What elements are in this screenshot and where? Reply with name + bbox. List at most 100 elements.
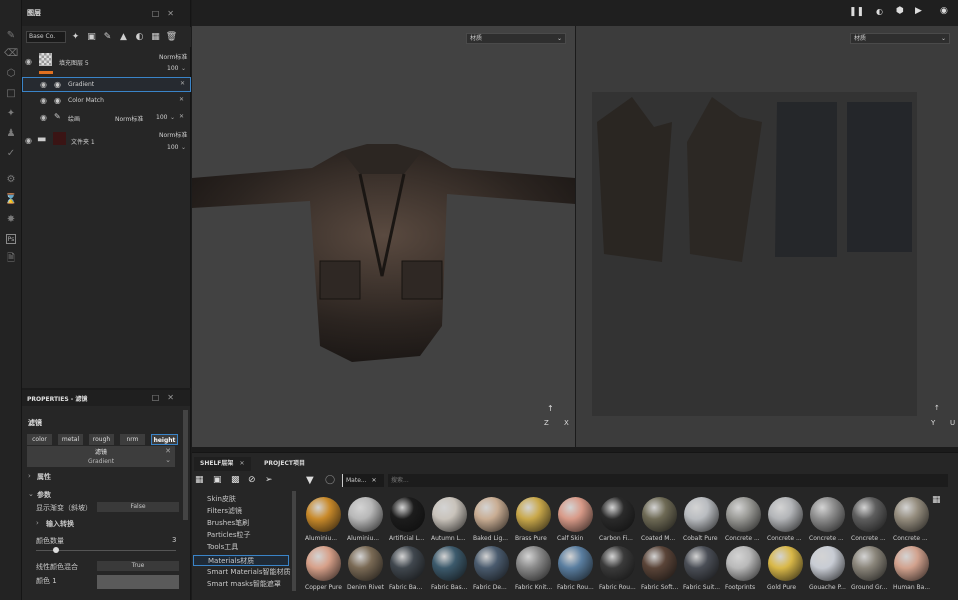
panel-window-controls[interactable]: □✕ [152, 393, 182, 402]
layer-opacity[interactable]: 100 [156, 114, 167, 121]
category-item[interactable]: Brushes笔刷 [207, 518, 249, 529]
chevron-right-icon[interactable]: › [36, 519, 39, 527]
chevron-down-icon[interactable]: ⌄ [165, 456, 171, 464]
remove-icon[interactable]: ✕ [180, 80, 185, 87]
preview-toggle[interactable]: False [97, 502, 179, 512]
material-item[interactable]: Aluminiu... [305, 497, 343, 542]
folder-icon[interactable]: ▦ [195, 475, 204, 485]
layer-row[interactable]: ◉ ◉ Gradient ✕ [22, 77, 191, 92]
material-item[interactable]: Fabric Soft... [641, 546, 679, 591]
layer-row[interactable]: ◉ ◉ Color Match ✕ [22, 93, 191, 109]
color1-swatch[interactable] [97, 575, 179, 589]
category-item[interactable]: Skin皮肤 [207, 494, 236, 505]
category-item[interactable]: Tools工具 [207, 542, 238, 553]
layer-row[interactable]: ◉ ▬ 文件夹 1 Norm标准 100 ⌄ [22, 128, 191, 155]
new-item-icon[interactable]: ▣ [213, 475, 222, 485]
material-item[interactable]: Fabric Suit... [683, 546, 721, 591]
hide-icon[interactable]: ⊘ [248, 475, 256, 485]
material-item[interactable]: Concrete ... [851, 497, 889, 542]
layer-blend[interactable]: Norm标准 [159, 130, 187, 139]
material-item[interactable]: Copper Pure [305, 546, 343, 591]
visibility-eye-icon[interactable]: ◉ [25, 58, 35, 66]
viewport-2d-select[interactable]: 材质 ⌄ [850, 33, 950, 44]
linear-mix-toggle[interactable]: True [97, 561, 179, 571]
material-item[interactable]: Baked Lig... [473, 497, 511, 542]
layer-blend[interactable]: Norm标准 [159, 52, 187, 61]
material-item[interactable]: Concrete ... [893, 497, 931, 542]
photoshop-icon[interactable]: Ps [6, 234, 16, 244]
layer-opacity[interactable]: 100 [167, 144, 178, 151]
camera-icon[interactable]: ◉ [940, 6, 948, 16]
material-item[interactable]: Fabric De... [473, 546, 511, 591]
material-item[interactable]: Fabric Knit... [515, 546, 553, 591]
calendar-icon[interactable]: ▩ [231, 475, 240, 485]
smudge-tool-icon[interactable]: ✦ [4, 106, 18, 120]
uv-texture-canvas[interactable] [592, 92, 917, 416]
history-icon[interactable]: ⌛ [4, 192, 18, 206]
material-item[interactable]: Concrete ... [725, 497, 763, 542]
input-transform-section[interactable]: 输入转换 [46, 519, 74, 529]
material-item[interactable]: Carbon Fi... [599, 497, 637, 542]
filter-chip[interactable]: Mate... ✕ [342, 474, 384, 487]
folder-icon[interactable]: ▦ [149, 31, 162, 44]
visibility-eye-icon[interactable]: ◉ [25, 137, 35, 145]
category-item-selected[interactable]: Materials材质 [193, 555, 289, 566]
channel-metal[interactable]: metal [58, 434, 83, 445]
material-item[interactable]: Ground Gr... [851, 546, 889, 591]
video-icon[interactable]: ▶ [915, 6, 922, 16]
panel-window-controls[interactable]: □✕ [152, 9, 182, 18]
category-item[interactable]: Particles粒子 [207, 530, 251, 541]
layer-blend[interactable]: Norm标准 [115, 114, 143, 123]
material-item[interactable]: Concrete ... [767, 497, 805, 542]
material-item[interactable]: Artificial L... [389, 497, 427, 542]
layer-row[interactable]: ◉ 填充图层 5 Norm标准 100 ⌄ [22, 50, 191, 77]
material-item[interactable]: Gouache P... [809, 546, 847, 591]
polygon-fill-icon[interactable]: □ [4, 86, 18, 100]
remove-icon[interactable]: ✕ [179, 113, 184, 120]
add-mask-icon[interactable]: ▣ [85, 31, 98, 44]
channel-color[interactable]: color [27, 434, 52, 445]
eraser-tool-icon[interactable]: ⌫ [4, 46, 18, 60]
tab-project[interactable]: PROJECT项目 [258, 457, 311, 471]
category-item[interactable]: Smart masks智能遮罩 [207, 579, 281, 590]
projection-tool-icon[interactable]: ⬡ [4, 66, 18, 80]
material-item[interactable]: Coated M... [641, 497, 679, 542]
material-item[interactable]: Denim Rivet [347, 546, 385, 591]
channel-nrm[interactable]: nrm [120, 434, 145, 445]
layer-opacity[interactable]: 100 [167, 65, 178, 72]
cube-view-icon[interactable]: ⬢ [896, 6, 904, 16]
adjust-icon[interactable]: ◐ [133, 31, 146, 44]
slider-handle[interactable] [53, 547, 59, 553]
visibility-eye-icon[interactable]: ◉ [40, 81, 50, 89]
grid-view-icon[interactable]: ▦ [932, 495, 941, 505]
symmetry-icon[interactable]: ◐ [876, 7, 883, 16]
remove-icon[interactable]: ✕ [179, 96, 184, 103]
export-icon[interactable]: 🗎 [4, 252, 18, 266]
pause-icon[interactable]: ❚❚ [849, 7, 864, 17]
material-item[interactable]: Cobalt Pure [683, 497, 721, 542]
viewport-3d[interactable]: 材质 ⌄ ↑ Z X [192, 26, 575, 447]
plugin-icon[interactable]: ✸ [4, 212, 18, 226]
channel-rough[interactable]: rough [89, 434, 114, 445]
material-item[interactable]: Autumn L... [431, 497, 469, 542]
material-item[interactable]: Fabric Rou... [599, 546, 637, 591]
category-item[interactable]: Filters滤镜 [207, 506, 242, 517]
scrollbar[interactable] [183, 410, 188, 520]
scrollbar[interactable] [292, 491, 296, 591]
settings-icon[interactable]: ⚙ [4, 172, 18, 186]
material-item[interactable]: Gold Pure [767, 546, 805, 591]
filter-icon[interactable]: ▼ [306, 475, 314, 486]
material-item[interactable]: Aluminiu... [347, 497, 385, 542]
search-input[interactable] [388, 474, 948, 487]
picker-tool-icon[interactable]: ✓ [4, 146, 18, 160]
chevron-right-icon[interactable]: › [28, 472, 31, 480]
category-item[interactable]: Smart Materials智能材质 [207, 567, 290, 578]
material-item[interactable]: Fabric Bas... [431, 546, 469, 591]
material-item[interactable]: Calf Skin [557, 497, 595, 542]
chevron-down-icon[interactable]: ⌄ [28, 490, 34, 498]
params-section[interactable]: 参数 [37, 490, 51, 500]
layer-row[interactable]: ◉ ✎ 绘画 Norm标准 100 ⌄ ✕ [22, 110, 191, 126]
tab-shelf[interactable]: SHELF层架 ✕ [194, 457, 251, 471]
visibility-eye-icon[interactable]: ◉ [40, 97, 50, 105]
brush-tool-icon[interactable]: ✎ [4, 28, 18, 42]
